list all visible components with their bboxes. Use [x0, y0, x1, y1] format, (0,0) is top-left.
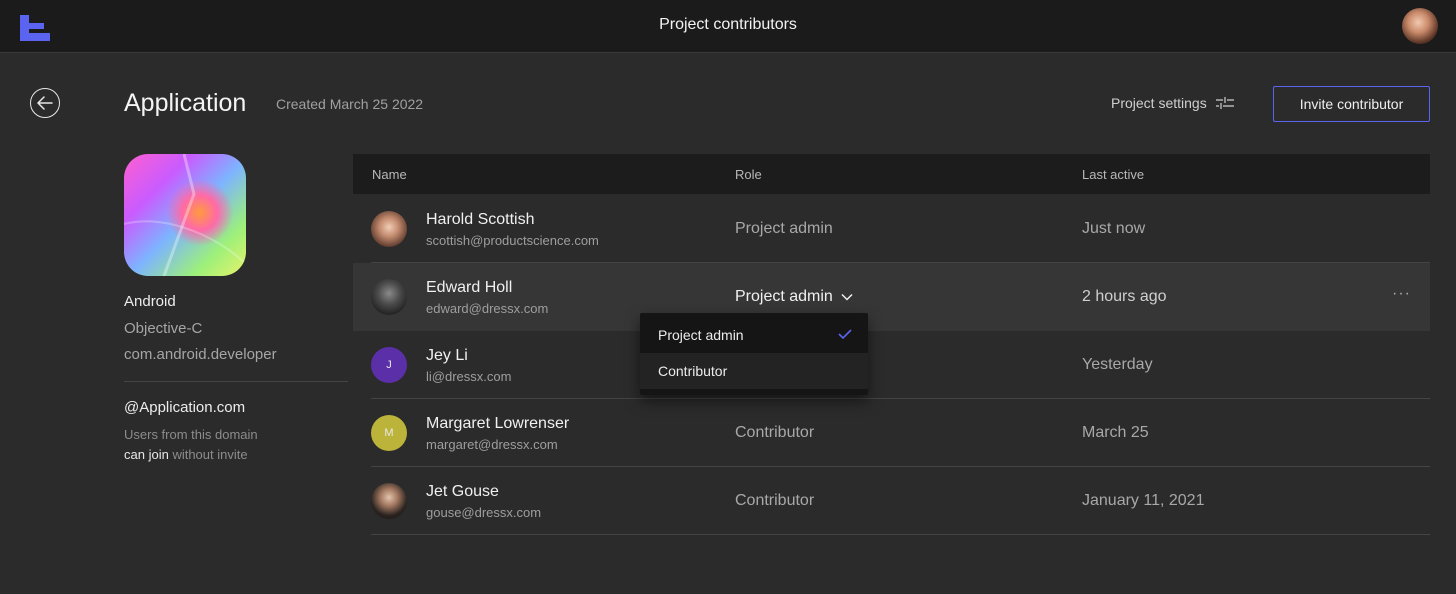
contributor-email: gouse@dressx.com [426, 505, 542, 520]
domain-name: @Application.com [124, 399, 246, 416]
project-settings-label: Project settings [1111, 95, 1207, 111]
role-option-label: Project admin [658, 327, 744, 343]
contributor-name: Margaret Lowrenser [426, 415, 570, 432]
top-bar: Project contributors [0, 0, 1456, 53]
contributor-role: Contributor [735, 424, 815, 441]
column-header-name[interactable]: Name [372, 167, 407, 182]
contributor-email: scottish@productscience.com [426, 233, 599, 248]
page-header-title: Project contributors [659, 16, 797, 33]
divider [124, 381, 348, 382]
role-dropdown[interactable]: Project admin [735, 288, 853, 306]
avatar: M [371, 415, 407, 451]
contributor-name: Edward Holl [426, 279, 513, 296]
chevron-down-icon [841, 293, 853, 301]
contributor-name: Jet Gouse [426, 483, 499, 500]
column-header-role[interactable]: Role [735, 167, 762, 182]
page-title: Application [124, 89, 247, 117]
contributor-name: Jey Li [426, 347, 468, 364]
column-header-last-active[interactable]: Last active [1082, 167, 1144, 182]
contributor-email: edward@dressx.com [426, 301, 549, 316]
contributor-email: margaret@dressx.com [426, 437, 558, 452]
contributor-role: Project admin [735, 220, 833, 237]
app-platform: Android [124, 293, 176, 310]
last-active: March 25 [1082, 424, 1149, 441]
contributor-email: li@dressx.com [426, 369, 512, 384]
last-active: January 11, 2021 [1082, 492, 1205, 509]
invite-contributor-button[interactable]: Invite contributor [1273, 86, 1430, 122]
table-row[interactable]: J Jey Li li@dressx.com Yesterday [353, 331, 1430, 399]
domain-note-text: Users from this domain [124, 427, 258, 442]
sliders-icon [1215, 97, 1234, 109]
table-row[interactable]: M Margaret Lowrenser margaret@dressx.com… [353, 399, 1430, 467]
more-horizontal-icon[interactable]: ··· [1392, 285, 1411, 303]
domain-note: Users from this domain can join without … [124, 425, 324, 465]
avatar [371, 279, 407, 315]
row-divider [371, 534, 1430, 535]
table-row[interactable]: Jet Gouse gouse@dressx.com Contributor J… [353, 467, 1430, 535]
app-package: com.android.developer [124, 346, 277, 363]
back-button[interactable] [30, 88, 60, 118]
table-header: Name Role Last active [353, 154, 1430, 194]
last-active: Just now [1082, 220, 1146, 237]
contributor-role: Contributor [735, 492, 815, 509]
contributor-name: Harold Scottish [426, 211, 535, 228]
role-option-label: Contributor [658, 363, 728, 379]
domain-note-strong: can join [124, 447, 169, 462]
domain-note-tail: without invite [172, 447, 248, 462]
last-active: 2 hours ago [1082, 288, 1167, 305]
role-option-contributor[interactable]: Contributor [640, 353, 868, 389]
check-icon [838, 329, 852, 339]
avatar [371, 211, 407, 247]
project-settings-button[interactable]: Project settings [1111, 95, 1235, 111]
role-option-project-admin[interactable]: Project admin [640, 317, 868, 353]
avatar [371, 483, 407, 519]
user-avatar[interactable] [1402, 8, 1438, 44]
avatar: J [371, 347, 407, 383]
last-active: Yesterday [1082, 356, 1153, 373]
arrow-left-icon [37, 96, 53, 110]
role-dropdown-value: Project admin [735, 288, 833, 305]
created-date: Created March 25 2022 [276, 96, 424, 112]
app-icon [124, 154, 246, 276]
role-dropdown-menu: Project admin Contributor [640, 313, 868, 395]
table-row[interactable]: Harold Scottish scottish@productscience.… [353, 195, 1430, 263]
app-language: Objective-C [124, 320, 203, 337]
table-row-selected[interactable]: Edward Holl edward@dressx.com Project ad… [353, 263, 1430, 331]
